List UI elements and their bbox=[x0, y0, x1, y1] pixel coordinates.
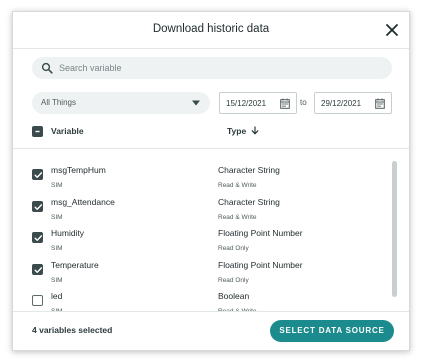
selection-count: 4 variables selected bbox=[32, 325, 113, 335]
scrollbar-thumb[interactable] bbox=[392, 161, 397, 297]
things-dropdown-value: All Things bbox=[41, 98, 76, 107]
row-checkbox[interactable] bbox=[32, 200, 43, 212]
things-dropdown[interactable]: All Things bbox=[32, 92, 210, 114]
column-header-type-label: Type bbox=[227, 126, 247, 136]
variable-name: msgTempHum bbox=[51, 165, 106, 175]
end-date-value: 29/12/2021 bbox=[321, 99, 362, 108]
variable-name: msg_Attendance bbox=[51, 196, 115, 207]
checkmark-icon bbox=[34, 235, 43, 241]
dialog-footer: 4 variables selected SELECT DATA SOURCE bbox=[13, 311, 409, 350]
row-checkbox[interactable] bbox=[32, 295, 43, 306]
select-all-checkbox[interactable] bbox=[32, 126, 43, 137]
list-item[interactable]: msg_Attendance SIM Character String Read & … bbox=[13, 188, 401, 221]
variable-name: Temperature bbox=[51, 259, 99, 270]
row-checkbox[interactable] bbox=[32, 263, 43, 275]
download-dialog: Download historic data All Things 15/12/… bbox=[12, 11, 410, 351]
dialog-title: Download historic data bbox=[152, 23, 270, 35]
close-icon bbox=[386, 24, 398, 36]
checkmark-icon bbox=[34, 266, 43, 273]
list-item[interactable]: Temperature SIM Floating Point Number Read … bbox=[13, 251, 401, 284]
row-checkbox[interactable] bbox=[32, 232, 43, 243]
column-header-variable[interactable]: Variable bbox=[51, 126, 84, 136]
dialog-header: Download historic data bbox=[13, 12, 409, 49]
date-range-separator: to bbox=[300, 98, 307, 107]
table-header: Variable Type bbox=[13, 120, 409, 149]
list-item[interactable]: msgTempHum SIM Character String Read & Writ… bbox=[13, 156, 401, 189]
variable-type: Floating Point Number bbox=[218, 228, 303, 238]
search-input[interactable] bbox=[59, 60, 379, 76]
search-field[interactable] bbox=[32, 57, 392, 79]
start-date-input[interactable]: 15/12/2021 bbox=[219, 92, 297, 114]
caret-down-icon bbox=[192, 100, 200, 106]
select-data-source-button[interactable]: SELECT DATA SOURCE bbox=[270, 320, 394, 342]
sort-down-arrow-icon bbox=[251, 126, 259, 135]
minus-icon bbox=[35, 130, 40, 133]
calendar-icon bbox=[280, 98, 290, 109]
list-item[interactable]: Humidity SIM Floating Point Number Read Onl… bbox=[13, 219, 401, 252]
row-checkbox[interactable] bbox=[32, 169, 43, 180]
variable-name: Humidity bbox=[51, 228, 85, 238]
variable-list: msgTempHum SIM Character String Read & Writ… bbox=[13, 152, 401, 312]
checkmark-icon bbox=[34, 172, 43, 178]
variable-type: Floating Point Number bbox=[218, 259, 303, 270]
column-header-type[interactable]: Type bbox=[227, 126, 259, 136]
checkmark-icon bbox=[34, 203, 43, 210]
list-item[interactable]: led SIM Boolean Read & Write bbox=[13, 282, 401, 312]
close-button[interactable] bbox=[383, 21, 401, 39]
variable-type: Character String bbox=[218, 196, 280, 207]
calendar-icon bbox=[375, 98, 385, 109]
variable-type: Character String bbox=[218, 165, 280, 175]
variable-name: led bbox=[51, 291, 63, 301]
start-date-value: 15/12/2021 bbox=[226, 99, 267, 108]
end-date-input[interactable]: 29/12/2021 bbox=[314, 92, 392, 114]
search-icon bbox=[41, 62, 53, 74]
variable-type: Boolean bbox=[218, 291, 250, 301]
